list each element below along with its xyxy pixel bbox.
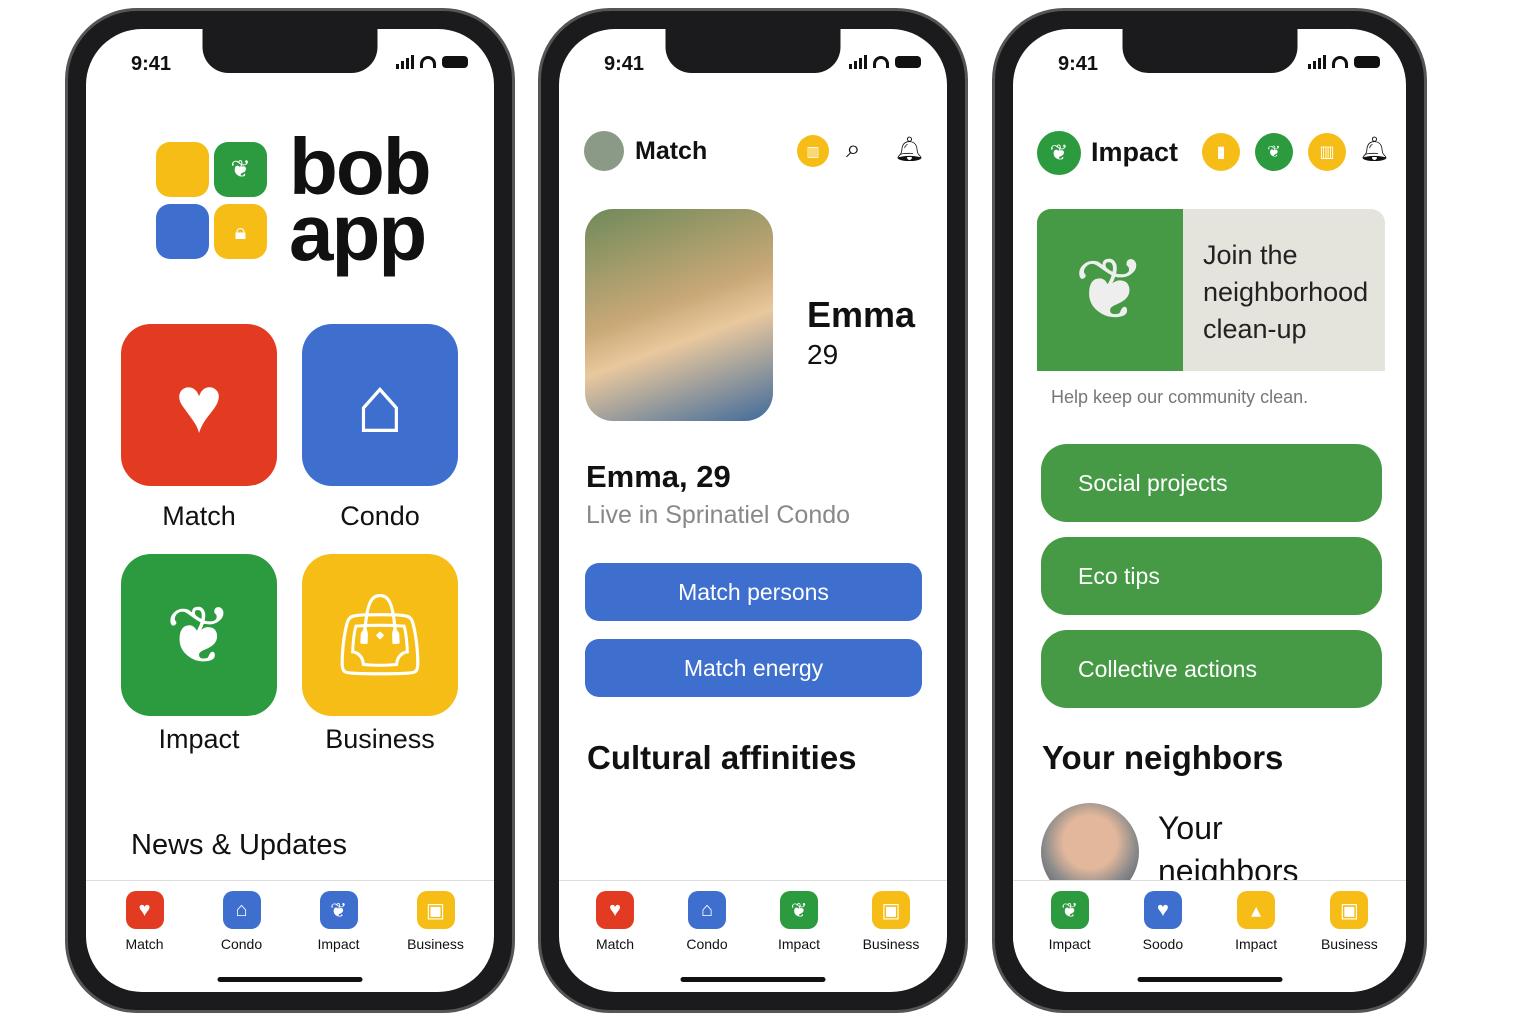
signal-icon (396, 55, 414, 69)
neighbors-heading: Your neighbors (1042, 739, 1284, 776)
leaf-icon: ❦ (319, 891, 358, 929)
tab-condo[interactable]: ⌂ Condo (197, 881, 287, 992)
social-projects-button[interactable]: Social projects (1041, 444, 1382, 522)
notch (202, 29, 378, 73)
tab-impact[interactable]: ❦ Impact (1025, 881, 1115, 992)
logo-mark: ❦ 🔒︎ (156, 142, 271, 262)
wifi-icon (420, 56, 436, 68)
avatar[interactable] (584, 131, 624, 171)
tab-match[interactable]: ♥ Match (100, 881, 190, 992)
profile-name-age: Emma, 29 (586, 459, 731, 494)
bell-icon[interactable]: 🔔︎ (894, 135, 924, 164)
status-time: 9:41 (1058, 53, 1099, 75)
condo-tile[interactable]: ⌂ (302, 324, 458, 486)
match-tile[interactable]: ♥ (121, 324, 277, 486)
tab-business[interactable]: ▣ Business (1304, 881, 1394, 992)
phone-home: 9:41 ❦ 🔒︎ bob app ♥ Match ⌂ Condo ❦ Impac… (65, 8, 515, 1013)
tab-bar: ❦ Impact ♥ Soodo ▴ Impact ▣ Business (1013, 880, 1406, 992)
phone-impact: 9:41 ❦ Impact ▮ ❦ ▥ 🔔︎ ❦ Join the neighb… (992, 8, 1427, 1013)
home-indicator (680, 977, 826, 982)
page-title: Impact (1091, 137, 1179, 167)
status-time: 9:41 (604, 53, 645, 75)
tab-impact[interactable]: ❦ Impact (294, 881, 384, 992)
tab-match[interactable]: ♥ Match (570, 881, 660, 992)
collective-actions-button[interactable]: Collective actions (1041, 630, 1382, 708)
condo-tile-label[interactable]: Condo (302, 501, 458, 532)
status-time: 9:41 (131, 53, 172, 75)
bag-icon: ▣ (416, 891, 455, 929)
wifi-icon (873, 56, 889, 68)
tab-business[interactable]: ▣ Business (391, 881, 481, 992)
profile-name: Emma (807, 294, 916, 335)
match-screen: 9:41 Match ▥ ⌕ 🔔︎ Emma 29 Emma, 29 Live … (559, 29, 947, 992)
tab-business[interactable]: ▣ Business (846, 881, 936, 992)
heart-icon: ♥ (596, 891, 634, 929)
business-tile[interactable]: 👜︎ (302, 554, 458, 716)
bag-icon: ▣ (1330, 891, 1369, 929)
tab-bar: ♥ Match ⌂ Condo ❦ Impact ▣ Business (559, 880, 947, 992)
status-icons (849, 55, 921, 69)
match-energy-button[interactable]: Match energy (585, 639, 922, 697)
page-title: Match (635, 137, 708, 165)
home-indicator (1137, 977, 1282, 982)
match-tile-label[interactable]: Match (121, 501, 277, 532)
profile-photo (585, 209, 773, 421)
battery-icon (895, 56, 921, 68)
house-icon: ⌂ (688, 891, 726, 929)
bag-icon: ▣ (872, 891, 910, 929)
tab-soodo[interactable]: ♥ Soodo (1118, 881, 1208, 992)
banner-title: Join the neighborhood clean-up (1203, 240, 1369, 344)
battery-icon (442, 56, 468, 68)
stamp-icon: ▴ (1237, 891, 1276, 929)
logo-text: bob app (289, 122, 432, 277)
leaf-icon: ❦ (1050, 891, 1089, 929)
bottle-icon[interactable]: ▮ (1202, 133, 1240, 171)
match-persons-button[interactable]: Match persons (585, 563, 922, 621)
banner-subtitle: Help keep our community clean. (1051, 387, 1309, 407)
profile-age: 29 (807, 339, 839, 370)
notch (665, 29, 841, 73)
home-screen: 9:41 ❦ 🔒︎ bob app ♥ Match ⌂ Condo ❦ Impac… (86, 29, 494, 992)
signal-icon (849, 55, 867, 69)
tab-bar: ♥ Match ⌂ Condo ❦ Impact ▣ Business (86, 880, 494, 992)
tab-impact[interactable]: ❦ Impact (754, 881, 844, 992)
eco-tips-button[interactable]: Eco tips (1041, 537, 1382, 615)
leaf-icon[interactable]: ❦ (1255, 133, 1293, 171)
jar-icon[interactable]: ▥ (797, 135, 829, 167)
cultural-affinities-heading: Cultural affinities (587, 739, 857, 776)
battery-icon (1354, 56, 1380, 68)
status-icons (396, 55, 468, 69)
heart-icon: ♥ (125, 891, 164, 929)
heart-icon: ♥ (1143, 891, 1182, 929)
notch (1122, 29, 1297, 73)
leaf-icon: ❦ (1037, 209, 1183, 371)
phone-match: 9:41 Match ▥ ⌕ 🔔︎ Emma 29 Emma, 29 Live … (538, 8, 968, 1013)
basket-icon[interactable]: ▥ (1308, 133, 1346, 171)
tab-condo[interactable]: ⌂ Condo (662, 881, 752, 992)
news-title: News & Updates (131, 829, 347, 861)
impact-tile-label[interactable]: Impact (121, 724, 277, 755)
signal-icon (1308, 55, 1326, 69)
wifi-icon (1332, 56, 1348, 68)
impact-screen: 9:41 ❦ Impact ▮ ❦ ▥ 🔔︎ ❦ Join the neighb… (1013, 29, 1406, 992)
status-icons (1308, 55, 1380, 69)
house-icon: ⌂ (222, 891, 261, 929)
clean-up-banner[interactable]: ❦ Join the neighborhood clean-up (1037, 209, 1385, 371)
tab-impact-2[interactable]: ▴ Impact (1211, 881, 1301, 992)
impact-tile[interactable]: ❦ (121, 554, 277, 716)
business-tile-label[interactable]: Business (302, 724, 458, 755)
bell-icon[interactable]: 🔔︎ (1359, 135, 1389, 164)
profile-location: Live in Sprinatiel Condo (586, 501, 851, 529)
leaf-icon: ❦ (780, 891, 818, 929)
home-indicator (217, 977, 363, 982)
leaf-logo-icon: ❦ (1037, 131, 1081, 175)
search-icon[interactable]: ⌕ (846, 133, 861, 165)
